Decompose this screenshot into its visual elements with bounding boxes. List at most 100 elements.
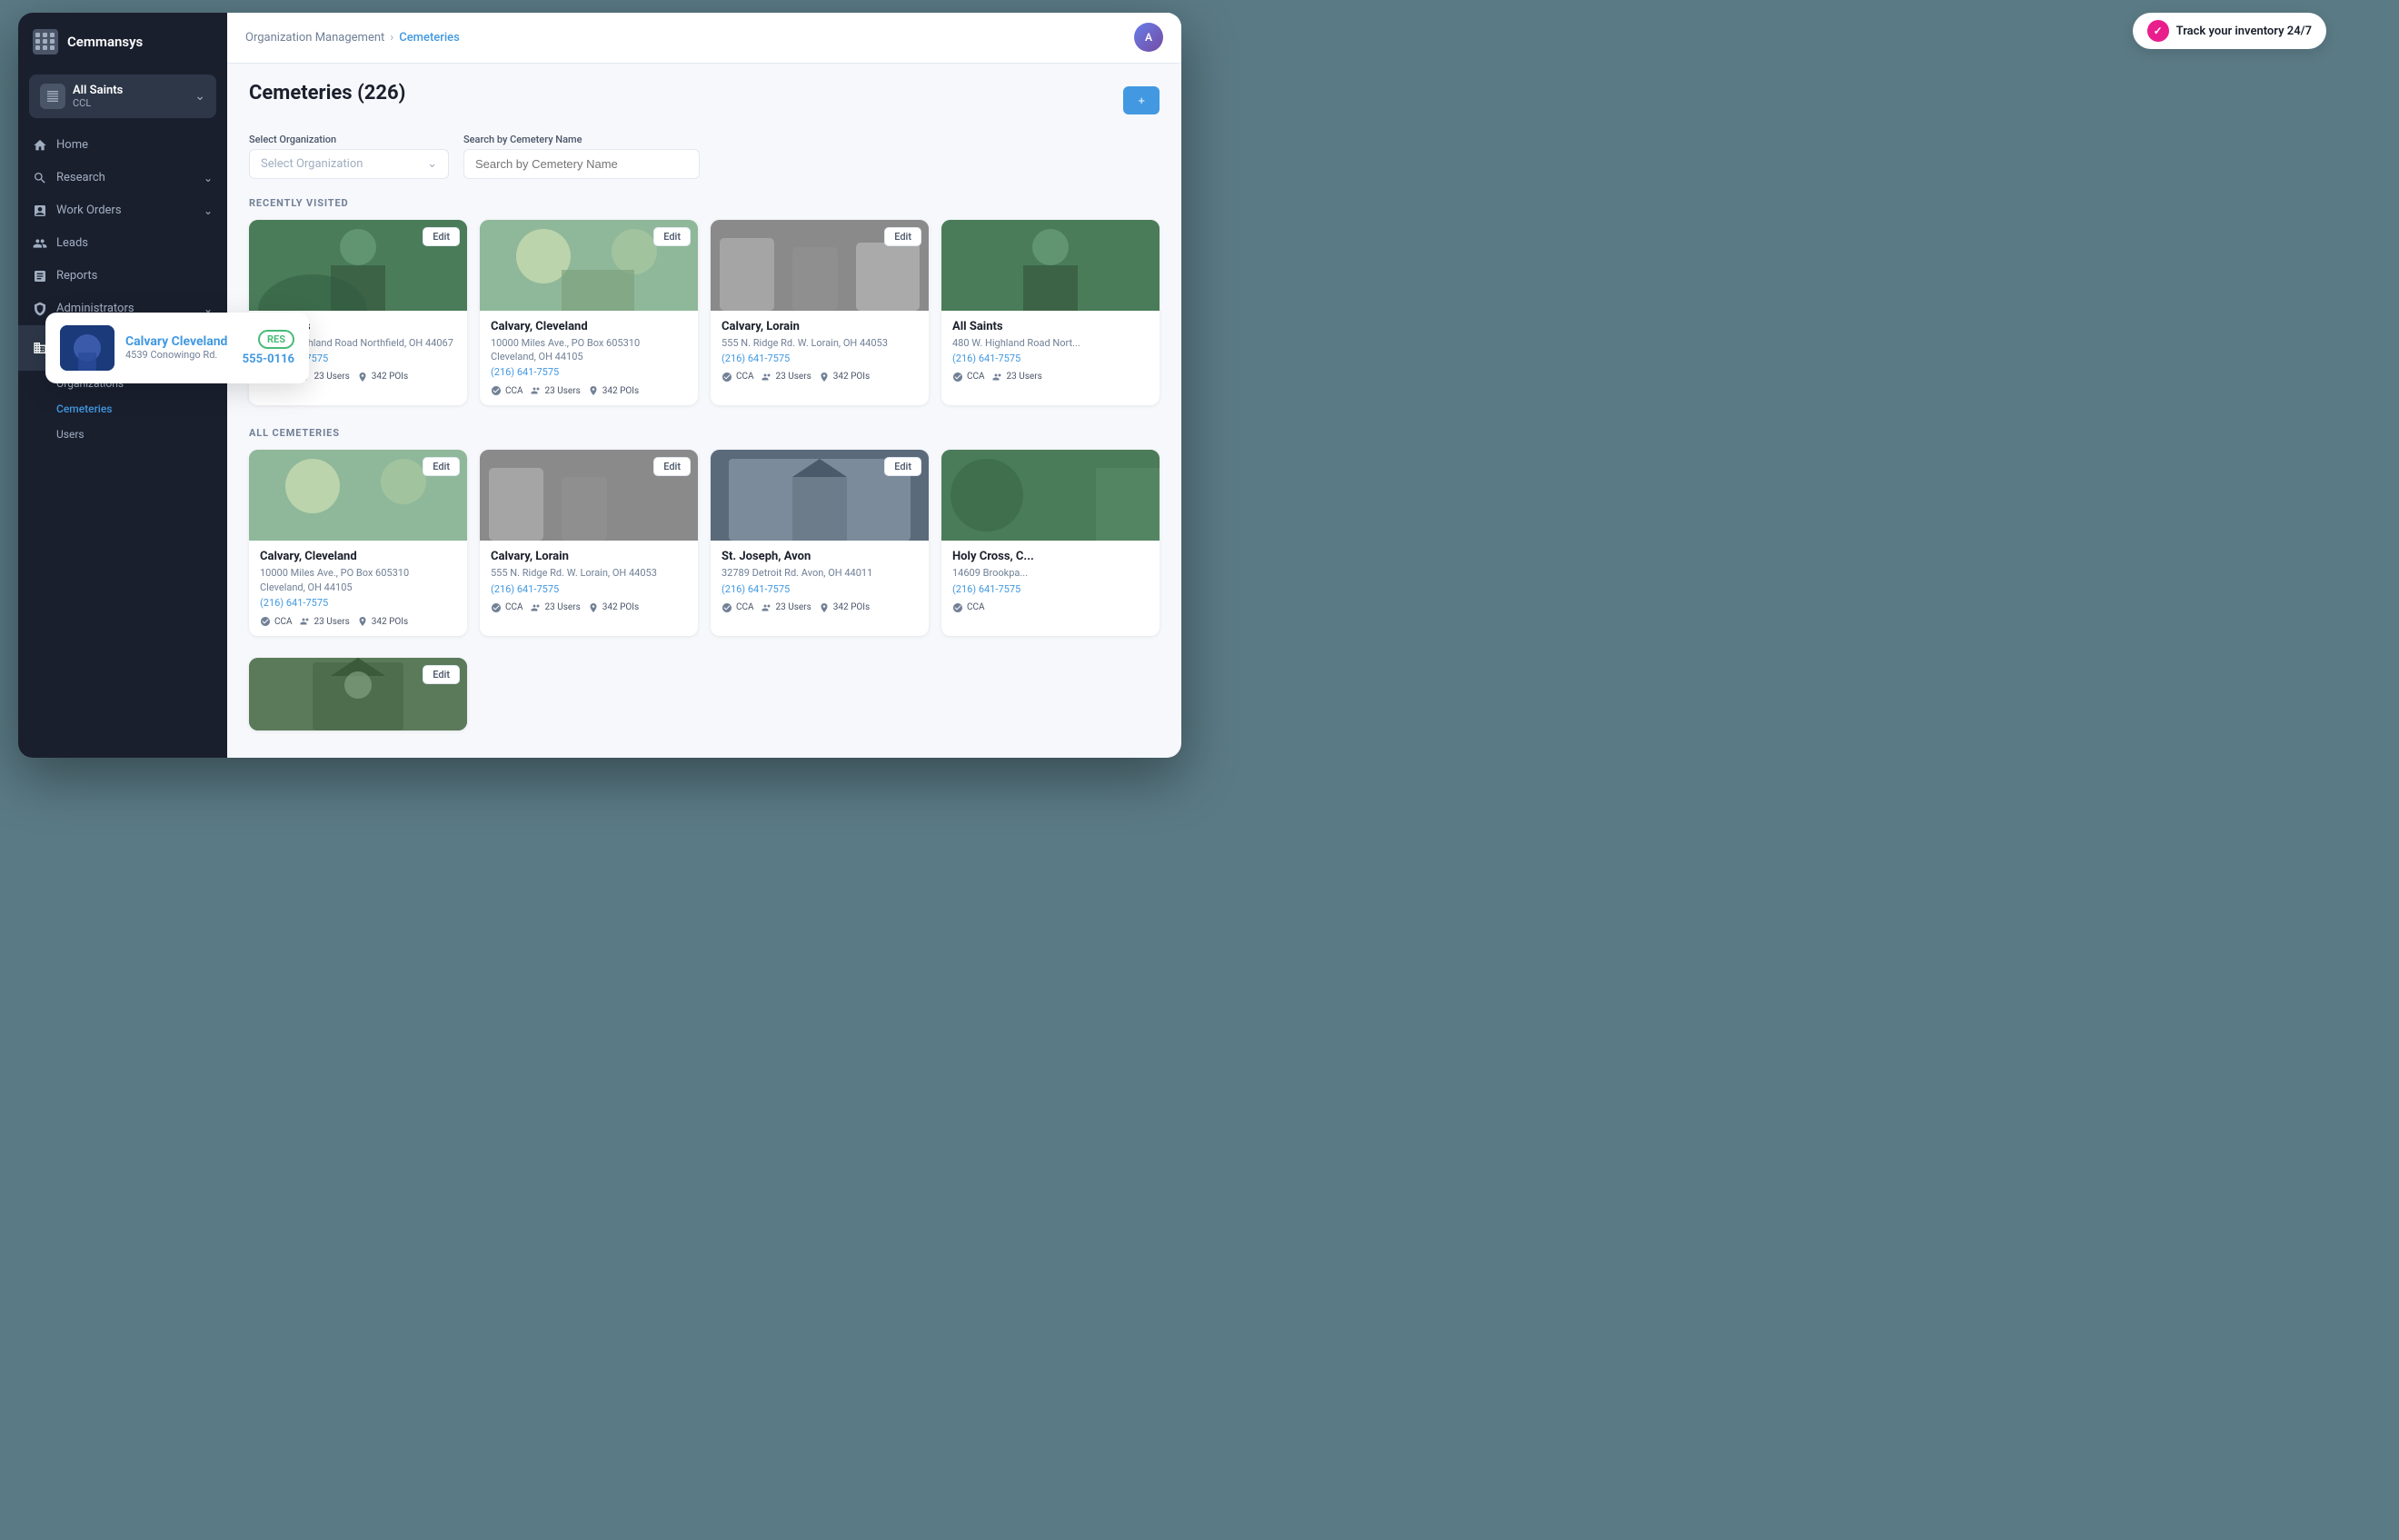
breadcrumb: Organization Management › Cemeteries (245, 31, 460, 45)
tag-users: 23 Users (762, 602, 811, 613)
tag-pois: 342 POIs (588, 602, 639, 613)
card-st-joseph: Edit St. Joseph, Avon 32789 Detroit Rd. … (711, 450, 929, 636)
tag-cca: CCA (491, 385, 523, 396)
card-all-saints-recent-2: All Saints 480 W. Highland Road Nort... … (941, 220, 1160, 406)
card-address: 14609 Brookpa... (952, 566, 1149, 580)
card-title: Holy Cross, C... (952, 550, 1149, 563)
card-calvary-cleveland: Edit Calvary, Cleveland 10000 Miles Ave.… (249, 450, 467, 636)
tag-cca: CCA (952, 372, 985, 383)
sidebar-item-leads[interactable]: Leads (18, 227, 227, 260)
card-address: 555 N. Ridge Rd. W. Lorain, OH 44053 (722, 336, 918, 350)
tag-pois: 342 POIs (819, 602, 870, 613)
card-phone: (216) 641-7575 (491, 583, 687, 595)
tag-cca: CCA (722, 602, 754, 613)
card-phone: (216) 641-7575 (722, 353, 918, 364)
popup-title: Calvary Cleveland (125, 334, 232, 349)
card-calvary-lorain: Edit Calvary, Lorain 555 N. Ridge Rd. W.… (480, 450, 698, 636)
sidebar-item-work-orders[interactable]: Work Orders ⌄ (18, 194, 227, 227)
chevron-down-icon: ⌄ (204, 172, 213, 184)
tag-pois: 342 POIs (588, 385, 639, 396)
edit-button[interactable]: Edit (884, 457, 921, 476)
sidebar: Cemmansys All Saints CCL ⌄ Home Res (18, 13, 227, 758)
sidebar-item-cemeteries[interactable]: Cemeteries (18, 396, 227, 422)
chevron-down-icon: ⌄ (204, 204, 213, 217)
tag-users: 23 Users (992, 372, 1042, 383)
breadcrumb-separator: › (390, 31, 393, 45)
sidebar-item-home-label: Home (56, 138, 88, 152)
track-inventory-badge: ✓ Track your inventory 24/7 (2133, 13, 2326, 49)
org-filter-placeholder: Select Organization (261, 157, 363, 171)
edit-button[interactable]: Edit (423, 457, 460, 476)
card-title: Calvary, Lorain (722, 320, 918, 333)
tag-users: 23 Users (762, 372, 811, 383)
inventory-icon: ✓ (2147, 20, 2169, 42)
edit-button[interactable]: Edit (884, 227, 921, 246)
org-name: All Saints (73, 84, 123, 97)
tag-cca: CCA (722, 372, 754, 383)
tag-pois: 342 POIs (357, 372, 408, 383)
content-area: Cemeteries (226) + Select Organization S… (227, 64, 1181, 758)
filters: Select Organization Select Organization … (249, 134, 1160, 179)
popup-image (60, 325, 114, 371)
popup-address: 4539 Conowingo Rd. (125, 349, 232, 361)
card-phone: (216) 641-7575 (952, 353, 1149, 364)
card-phone: (216) 641-7575 (952, 583, 1149, 595)
popup-phone: 555-0116 (243, 353, 294, 366)
sidebar-item-home[interactable]: Home (18, 129, 227, 162)
cemetery-popup: Calvary Cleveland 4539 Conowingo Rd. RES… (45, 313, 309, 383)
recently-visited-grid: Edit All Saints 480 W. Highland Road Nor… (249, 220, 1160, 406)
sidebar-item-reports-label: Reports (56, 269, 97, 283)
edit-button[interactable]: Edit (653, 457, 691, 476)
card-title: Calvary, Lorain (491, 550, 687, 563)
org-filter-label: Select Organization (249, 134, 449, 145)
tag-users: 23 Users (531, 385, 581, 396)
add-cemetery-button[interactable]: + (1123, 86, 1160, 114)
card-image: Edit (249, 220, 467, 311)
card-phone: (216) 641-7575 (491, 366, 687, 378)
card-phone: (216) 641-7575 (260, 597, 456, 609)
edit-button[interactable]: Edit (423, 665, 460, 684)
app-name: Cemmansys (67, 34, 143, 50)
tag-pois: 342 POIs (357, 616, 408, 627)
card-image: Edit (249, 658, 467, 730)
card-image: Edit (480, 450, 698, 541)
recently-visited-label: RECENTLY VISITED (249, 197, 1160, 209)
edit-button[interactable]: Edit (653, 227, 691, 246)
sidebar-item-research-label: Research (56, 171, 105, 184)
breadcrumb-parent: Organization Management (245, 31, 384, 45)
card-image: Edit (711, 220, 929, 311)
card-address: 555 N. Ridge Rd. W. Lorain, OH 44053 (491, 566, 687, 580)
org-code: CCL (73, 97, 123, 109)
tag-cca: CCA (491, 602, 523, 613)
user-avatar[interactable]: A (1134, 23, 1163, 52)
track-badge-text: Track your inventory 24/7 (2176, 25, 2312, 38)
card-image (941, 450, 1160, 541)
card-holy-cross: Holy Cross, C... 14609 Brookpa... (216) … (941, 450, 1160, 636)
logo-icon (33, 29, 58, 55)
chevron-down-icon: ⌄ (427, 157, 437, 171)
card-address: 10000 Miles Ave., PO Box 605310 Clevelan… (260, 566, 456, 594)
sidebar-item-users[interactable]: Users (18, 422, 227, 447)
sidebar-item-research[interactable]: Research ⌄ (18, 162, 227, 194)
card-address: 480 W. Highland Road Nort... (952, 336, 1149, 350)
card-title: St. Joseph, Avon (722, 550, 918, 563)
card-calvary-cleveland-recent: Edit Calvary, Cleveland 10000 Miles Ave.… (480, 220, 698, 406)
tag-users: 23 Users (300, 616, 350, 627)
org-selector[interactable]: All Saints CCL ⌄ (29, 75, 216, 118)
page-title: Cemeteries (226) (249, 82, 405, 104)
org-icon (40, 84, 65, 109)
card-title: Calvary, Cleveland (491, 320, 687, 333)
all-cemeteries-grid: Edit Calvary, Cleveland 10000 Miles Ave.… (249, 450, 1160, 636)
card-bottom: Edit (249, 658, 467, 730)
card-address: 10000 Miles Ave., PO Box 605310 Clevelan… (491, 336, 687, 364)
search-filter-label: Search by Cemetery Name (463, 134, 700, 145)
sidebar-item-leads-label: Leads (56, 236, 88, 250)
chevron-down-icon: ⌄ (194, 89, 205, 104)
card-title: Calvary, Cleveland (260, 550, 456, 563)
main-content: Organization Management › Cemeteries A C… (227, 13, 1181, 758)
card-phone: (216) 641-7575 (722, 583, 918, 595)
cemetery-search-input[interactable] (463, 149, 700, 179)
sidebar-item-reports[interactable]: Reports (18, 260, 227, 293)
edit-button[interactable]: Edit (423, 227, 460, 246)
org-filter-select[interactable]: Select Organization ⌄ (249, 149, 449, 179)
